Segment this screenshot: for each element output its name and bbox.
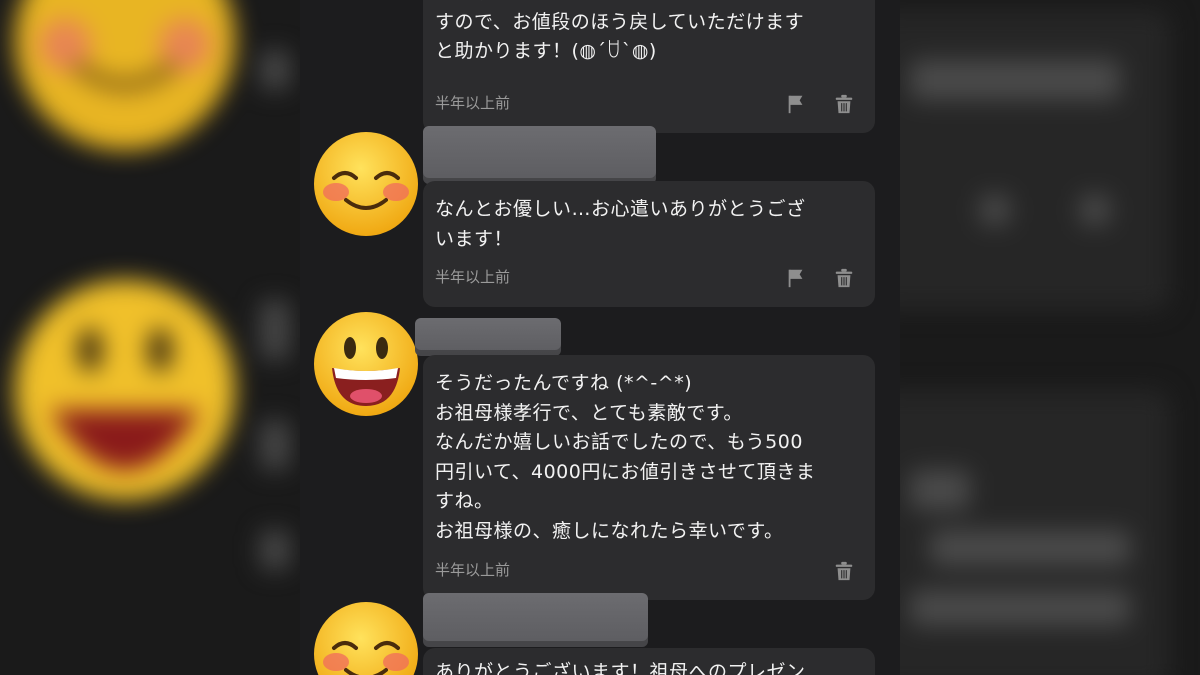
message-bubble: 今日明日辺り、そろそろ購入可能になりま すので、お値段のほう戻していただけます …	[423, 0, 875, 133]
smiling-face-emoji-icon	[314, 602, 418, 675]
grinning-face-emoji-icon	[314, 312, 418, 416]
blurred-background-right	[900, 0, 1200, 675]
message-text: そうだったんですね (*^-^*) お祖母様孝行で、とても素敵です。 なんだか嬉…	[435, 372, 816, 542]
trash-icon[interactable]	[833, 267, 855, 289]
message-bubble: ありがとうございます！祖母へのプレゼン	[423, 648, 875, 675]
trash-icon[interactable]	[833, 560, 855, 582]
message-text: ありがとうございます！祖母へのプレゼン	[435, 661, 806, 675]
redacted-username	[423, 126, 656, 184]
avatar-smiling-face[interactable]	[312, 600, 420, 675]
message-timestamp: 半年以上前	[435, 268, 511, 286]
message-timestamp: 半年以上前	[435, 561, 511, 579]
trash-icon[interactable]	[833, 93, 855, 115]
message-bubble: なんとお優しい…お心遣いありがとうござ います！ 半年以上前	[423, 181, 875, 307]
avatar-grinning-face[interactable]	[312, 310, 420, 418]
message-timestamp: 半年以上前	[435, 94, 511, 112]
message-bubble: そうだったんですね (*^-^*) お祖母様孝行で、とても素敵です。 なんだか嬉…	[423, 355, 875, 600]
message-text: なんとお優しい…お心遣いありがとうござ います！	[435, 198, 806, 250]
redacted-username	[415, 318, 561, 356]
avatar-smiling-face[interactable]	[312, 130, 420, 238]
flag-icon[interactable]	[785, 93, 807, 115]
message-thread[interactable]: 今日明日辺り、そろそろ購入可能になりま すので、お値段のほう戻していただけます …	[300, 0, 900, 675]
message-text: 今日明日辺り、そろそろ購入可能になりま すので、お値段のほう戻していただけます …	[435, 0, 805, 62]
smiling-face-emoji-icon	[314, 132, 418, 236]
blurred-emoji-smile	[15, 0, 235, 500]
redacted-username	[423, 593, 648, 647]
blurred-background-left	[0, 0, 300, 675]
flag-icon[interactable]	[785, 267, 807, 289]
